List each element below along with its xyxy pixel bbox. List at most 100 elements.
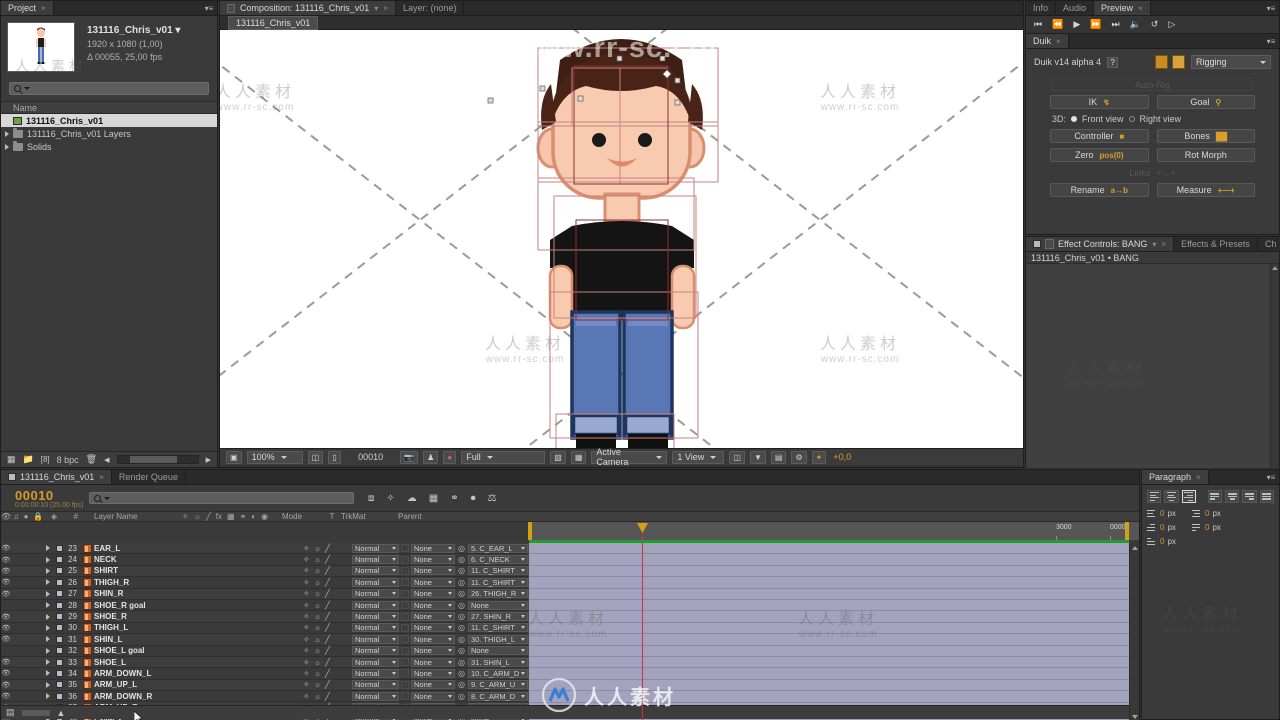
- layer-name[interactable]: SHIN_L: [94, 635, 300, 644]
- parent-pickwhip-icon[interactable]: ◎: [455, 578, 468, 587]
- blend-mode-select[interactable]: Normal: [352, 543, 399, 553]
- layer-name[interactable]: THIGH_L: [94, 623, 300, 632]
- video-toggle-icon[interactable]: 👁: [1, 658, 11, 666]
- tab-audio[interactable]: Audio: [1056, 1, 1095, 15]
- parent-pickwhip-icon[interactable]: ◎: [455, 589, 468, 598]
- motion-blur-icon[interactable]: ☁: [407, 493, 417, 504]
- layer-duration-bar[interactable]: [529, 634, 1129, 646]
- track-matte-select[interactable]: None: [411, 691, 455, 701]
- work-area-bar[interactable]: [529, 540, 1129, 543]
- layer-duration-bar[interactable]: [529, 543, 1129, 555]
- align-center-button[interactable]: [1164, 490, 1179, 503]
- graph-editor-icon[interactable]: ⏺: [471, 493, 476, 504]
- layer-switches[interactable]: ✧☼╱: [300, 680, 352, 689]
- layer-name[interactable]: ARM_UP_L: [94, 680, 300, 689]
- timeline-link-icon[interactable]: ▤: [770, 450, 787, 464]
- disclosure-triangle-icon[interactable]: [42, 647, 54, 654]
- parent-pickwhip-icon[interactable]: ◎: [455, 669, 468, 678]
- live-update-icon[interactable]: ⧈: [368, 493, 374, 504]
- frame-blend-icon[interactable]: ▦: [429, 493, 438, 504]
- loop-icon[interactable]: ↺: [1151, 19, 1159, 30]
- chevron-down-icon[interactable]: ▾: [374, 4, 378, 13]
- color-depth-icon[interactable]: [8]: [41, 455, 50, 464]
- table-row[interactable]: 👁 31 SHIN_L ✧ ☼ ╱ Normal None ◎ 30. THIGH_L: [1, 634, 528, 646]
- track-matte-select[interactable]: None: [411, 555, 455, 565]
- timeline-ruler[interactable]: 3000000050001000015000200002500030000350…: [528, 522, 1280, 540]
- label-color-swatch[interactable]: [54, 556, 65, 564]
- layer-name[interactable]: SHOE_L: [94, 658, 300, 667]
- tab-project[interactable]: Project ×: [1, 1, 54, 15]
- disclosure-triangle-icon[interactable]: [42, 693, 54, 700]
- panel-menu-icon[interactable]: ▾≡: [1263, 1, 1279, 15]
- layer-name[interactable]: ARM_DOWN_R: [94, 692, 300, 701]
- parent-select[interactable]: 10. C_ARM_D: [468, 668, 528, 678]
- disclosure-triangle-icon[interactable]: [42, 624, 54, 631]
- label-color-swatch[interactable]: [54, 624, 65, 632]
- layer-duration-bar[interactable]: [529, 668, 1129, 680]
- panel-menu-icon[interactable]: ▾≡: [1263, 34, 1279, 48]
- bones-button[interactable]: Bones ██: [1156, 129, 1255, 143]
- layer-duration-bar[interactable]: [529, 611, 1129, 623]
- first-frame-icon[interactable]: ⏮: [1034, 19, 1042, 30]
- disclosure-triangle-icon[interactable]: [42, 602, 54, 609]
- close-icon[interactable]: ×: [383, 4, 388, 13]
- lock-icon[interactable]: [1045, 239, 1054, 249]
- parent-pickwhip-icon[interactable]: ◎: [455, 544, 468, 553]
- indent-first-line-field[interactable]: 0 px: [1147, 523, 1192, 532]
- tab-paragraph[interactable]: Paragraph ×: [1142, 470, 1209, 484]
- label-color-swatch[interactable]: [54, 692, 65, 700]
- disclosure-triangle-icon[interactable]: [42, 613, 54, 620]
- scroll-down-arrow-icon[interactable]: [1131, 715, 1138, 719]
- parent-pickwhip-icon[interactable]: ◎: [455, 601, 468, 610]
- space-after-field[interactable]: 0 px: [1147, 537, 1192, 546]
- chevron-down-icon[interactable]: [24, 87, 30, 90]
- chevron-down-icon[interactable]: [104, 496, 110, 500]
- parent-pickwhip-icon[interactable]: ◎: [455, 623, 468, 632]
- video-toggle-icon[interactable]: 👁: [1, 567, 11, 575]
- panel-menu-icon[interactable]: ▾≡: [1263, 470, 1279, 484]
- parent-select[interactable]: 30. THIGH_L: [468, 634, 528, 644]
- blend-mode-select[interactable]: Normal: [352, 623, 399, 633]
- justify-last-right-button[interactable]: [1242, 490, 1257, 503]
- track-matte-select[interactable]: None: [411, 543, 455, 553]
- breadcrumb[interactable]: 131116_Chris_v01: [228, 15, 319, 30]
- playhead-ruler[interactable]: [637, 522, 648, 540]
- parent-pickwhip-icon[interactable]: ◎: [455, 612, 468, 621]
- parent-select[interactable]: 11. C_SHIRT: [468, 577, 528, 587]
- parent-select[interactable]: 31. SHIN_L: [468, 657, 528, 667]
- work-area-start-handle[interactable]: [528, 522, 532, 540]
- track-matte-select[interactable]: None: [411, 680, 455, 690]
- blend-mode-select[interactable]: Normal: [352, 577, 399, 587]
- shy-icon[interactable]: ⚭: [450, 493, 458, 504]
- disclosure-triangle-icon[interactable]: [42, 590, 54, 597]
- layer-duration-bar[interactable]: [529, 577, 1129, 589]
- layer-switches[interactable]: ✧☼╱: [300, 692, 352, 701]
- previous-frame-icon[interactable]: ⏪: [1052, 19, 1063, 30]
- table-row[interactable]: 32 SHOE_L goal ✧ ☼ ╱ Normal None ◎ None: [1, 645, 528, 657]
- project-horizontal-scrollbar[interactable]: [116, 455, 199, 464]
- region-of-interest-icon[interactable]: ▯: [328, 450, 342, 464]
- blend-mode-select[interactable]: Normal: [352, 634, 399, 644]
- video-toggle-icon[interactable]: 👁: [1, 681, 11, 689]
- layer-duration-bar[interactable]: [529, 679, 1129, 692]
- last-frame-icon[interactable]: ⏭: [1111, 19, 1119, 30]
- blend-mode-select[interactable]: Normal: [352, 691, 399, 701]
- disclosure-triangle-icon[interactable]: [42, 636, 54, 643]
- timeline-vertical-scrollbar[interactable]: [1129, 543, 1139, 720]
- toggle-switches-modes-icon[interactable]: ▤: [6, 707, 15, 718]
- disclosure-triangle-icon[interactable]: [42, 681, 54, 688]
- align-left-button[interactable]: [1147, 490, 1162, 503]
- ik-button[interactable]: IK ↯: [1050, 95, 1149, 109]
- parent-pickwhip-icon[interactable]: ◎: [455, 635, 468, 644]
- disclosure-triangle-icon[interactable]: [42, 556, 54, 563]
- track-matte-select[interactable]: None: [411, 623, 455, 633]
- layer-duration-bar[interactable]: [529, 645, 1129, 657]
- tab-effects-presets[interactable]: Effects & Presets: [1174, 237, 1258, 251]
- preserve-transparency-toggle[interactable]: [399, 589, 411, 598]
- ram-preview-icon[interactable]: ▷: [1168, 19, 1175, 30]
- layer-name[interactable]: SHOE_L goal: [94, 646, 300, 655]
- label-color-swatch[interactable]: [54, 681, 65, 689]
- layer-duration-bar[interactable]: [529, 657, 1129, 669]
- panel-menu-icon[interactable]: ▾≡: [201, 1, 217, 15]
- blend-mode-select[interactable]: Normal: [352, 600, 399, 610]
